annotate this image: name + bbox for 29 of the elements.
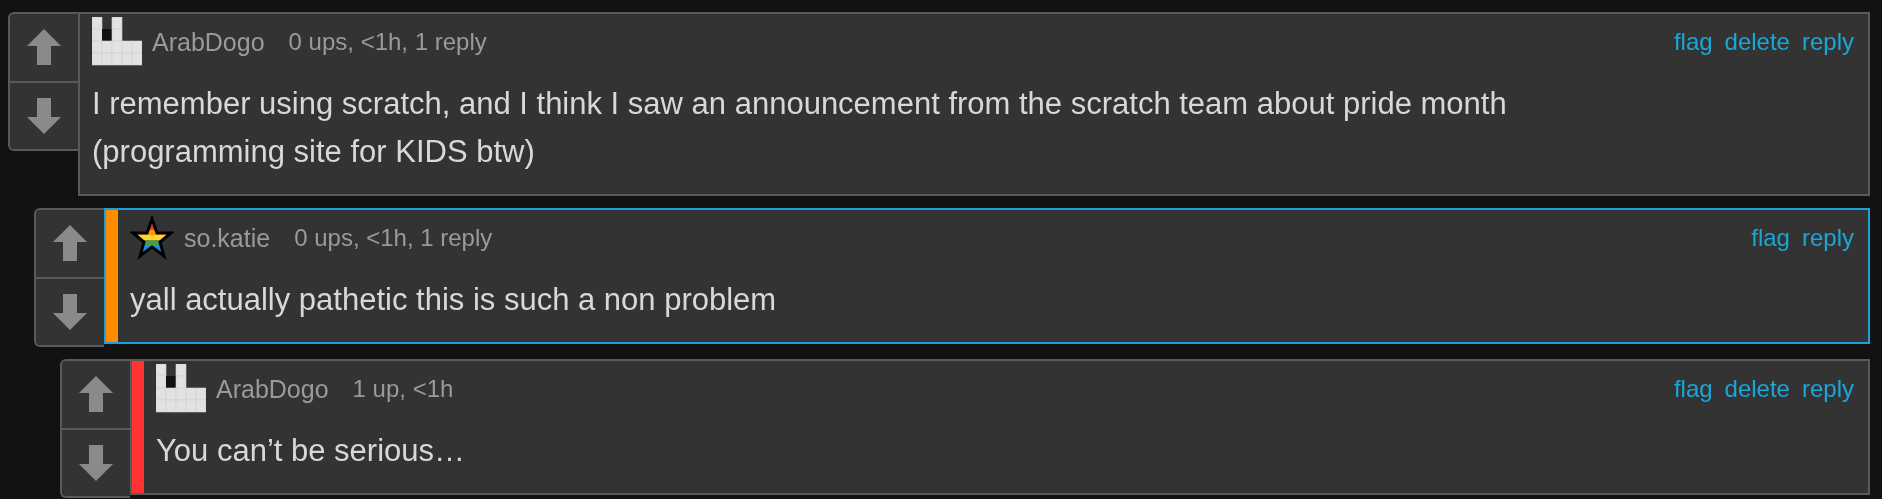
comment-meta: 1 up, <1h: [352, 375, 455, 403]
username[interactable]: ArabDogo: [152, 27, 265, 57]
down-arrow-icon: [78, 443, 114, 482]
up-arrow-icon: [26, 28, 62, 67]
down-arrow-icon: [26, 96, 62, 135]
downvote-button[interactable]: [62, 427, 130, 496]
up-arrow-icon: [78, 375, 114, 414]
avatar-icon: [156, 364, 206, 414]
action-link[interactable]: flag: [1751, 224, 1790, 252]
username[interactable]: ArabDogo: [216, 374, 329, 404]
action-link[interactable]: reply: [1801, 224, 1854, 252]
downvote-button[interactable]: [36, 276, 104, 345]
avatar-icon: [92, 17, 142, 67]
action-link[interactable]: reply: [1801, 375, 1854, 403]
action-link[interactable]: delete: [1724, 375, 1790, 403]
star-avatar-icon: [130, 216, 174, 260]
downvote-button[interactable]: [10, 80, 78, 149]
action-link[interactable]: reply: [1801, 28, 1854, 56]
comment-text: I remember using scratch, and I think I saw an announcement from the scratch team about pride month (programming site for KIDS btw): [92, 85, 1508, 171]
comment-text: You can’t be serious…: [156, 432, 467, 470]
down-arrow-icon: [52, 292, 88, 331]
action-link[interactable]: flag: [1673, 375, 1713, 403]
action-link[interactable]: flag: [1673, 28, 1713, 56]
username[interactable]: so.katie: [184, 223, 271, 253]
comment-meta: 0 ups, <1h, 1 reply: [294, 224, 494, 252]
up-arrow-icon: [52, 224, 88, 263]
comment-meta: 0 ups, <1h, 1 reply: [288, 28, 488, 56]
comment-text: yall actually pathetic this is such a non problem: [130, 281, 778, 319]
action-link[interactable]: delete: [1724, 28, 1790, 56]
